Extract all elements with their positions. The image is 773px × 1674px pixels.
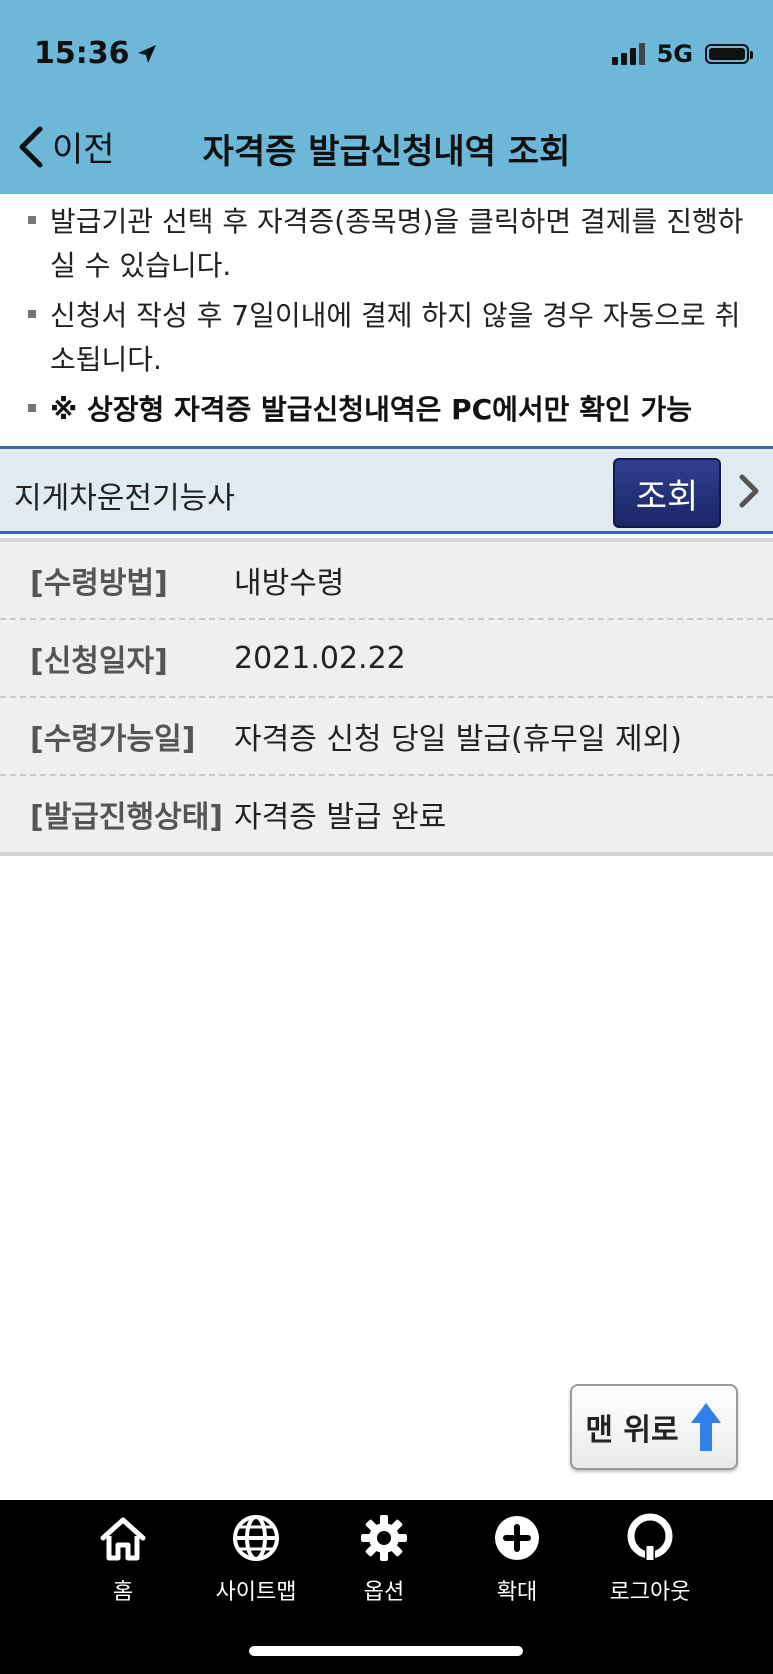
home-icon (100, 1517, 146, 1561)
detail-row-available-date: [수령가능일] 자격증 신청 당일 발급(휴무일 제외) (0, 698, 773, 776)
chevron-right-icon[interactable] (734, 471, 764, 511)
scroll-top-button[interactable]: 맨 위로 (570, 1384, 738, 1470)
tab-options[interactable]: 옵션 (324, 1512, 444, 1606)
tab-zoom[interactable]: 확대 (457, 1512, 577, 1606)
notice-item: 신청서 작성 후 7일이내에 결제 하지 않을 경우 자동으로 취소됩니다. (26, 294, 766, 382)
tab-label: 사이트맵 (215, 1580, 297, 1605)
notice-list: 발급기관 선택 후 자격증(종목명)을 클릭하면 결제를 진행하실 수 있습니다… (26, 200, 766, 438)
detail-row-status: [발급진행상태] 자격증 발급 완료 (0, 776, 773, 852)
detail-key: [발급진행상태] (30, 800, 224, 835)
globe-icon (233, 1515, 279, 1561)
detail-row-receive-method: [수령방법] 내방수령 (0, 542, 773, 620)
gear-icon (361, 1515, 407, 1561)
detail-row-apply-date: [신청일자] 2021.02.22 (0, 620, 773, 698)
certificate-name[interactable]: 지게차운전기능사 (14, 473, 235, 517)
detail-key: [신청일자] (30, 644, 168, 679)
status-time-text: 15:36 (34, 36, 130, 71)
network-label: 5G (656, 40, 693, 68)
tab-label: 확대 (496, 1580, 538, 1605)
detail-value: 자격증 발급 완료 (234, 800, 447, 835)
detail-key: [수령방법] (30, 566, 168, 601)
tab-label: 옵션 (363, 1580, 405, 1605)
logout-icon (627, 1513, 673, 1560)
arrow-up-icon (690, 1403, 721, 1451)
notice-item-pc-only: ※ 상장형 자격증 발급신청내역은 PC에서만 확인 가능 (26, 388, 766, 432)
tab-label: 홈 (112, 1580, 134, 1605)
certificate-selector[interactable]: 지게차운전기능사 조회 (0, 446, 773, 534)
plus-circle-icon (495, 1516, 539, 1560)
notice-item: 발급기관 선택 후 자격증(종목명)을 클릭하면 결제를 진행하실 수 있습니다… (26, 200, 766, 288)
battery-icon (705, 44, 753, 64)
signal-icon (611, 43, 645, 65)
detail-value: 내방수령 (234, 566, 345, 601)
home-indicator[interactable] (249, 1646, 523, 1656)
tab-logout[interactable]: 로그아웃 (590, 1512, 710, 1606)
status-time: 15:36 (34, 36, 158, 71)
header: 15:36 5G 이전 자격증 발급신청내역 조회 (0, 0, 773, 194)
scroll-top-label: 맨 위로 (585, 1413, 679, 1448)
location-arrow-icon (137, 44, 156, 63)
detail-value: 자격증 신청 당일 발급(휴무일 제외) (234, 722, 682, 757)
query-button[interactable]: 조회 (613, 458, 721, 528)
tab-home[interactable]: 홈 (63, 1512, 183, 1606)
status-indicators: 5G (611, 40, 753, 68)
page-title: 자격증 발급신청내역 조회 (202, 132, 571, 172)
detail-value: 2021.02.22 (234, 640, 406, 676)
tab-sitemap[interactable]: 사이트맵 (196, 1512, 316, 1606)
tab-label: 로그아웃 (609, 1580, 691, 1605)
detail-key: [수령가능일] (30, 722, 196, 757)
application-details: [수령방법] 내방수령 [신청일자] 2021.02.22 [수령가능일] 자격… (0, 538, 773, 856)
